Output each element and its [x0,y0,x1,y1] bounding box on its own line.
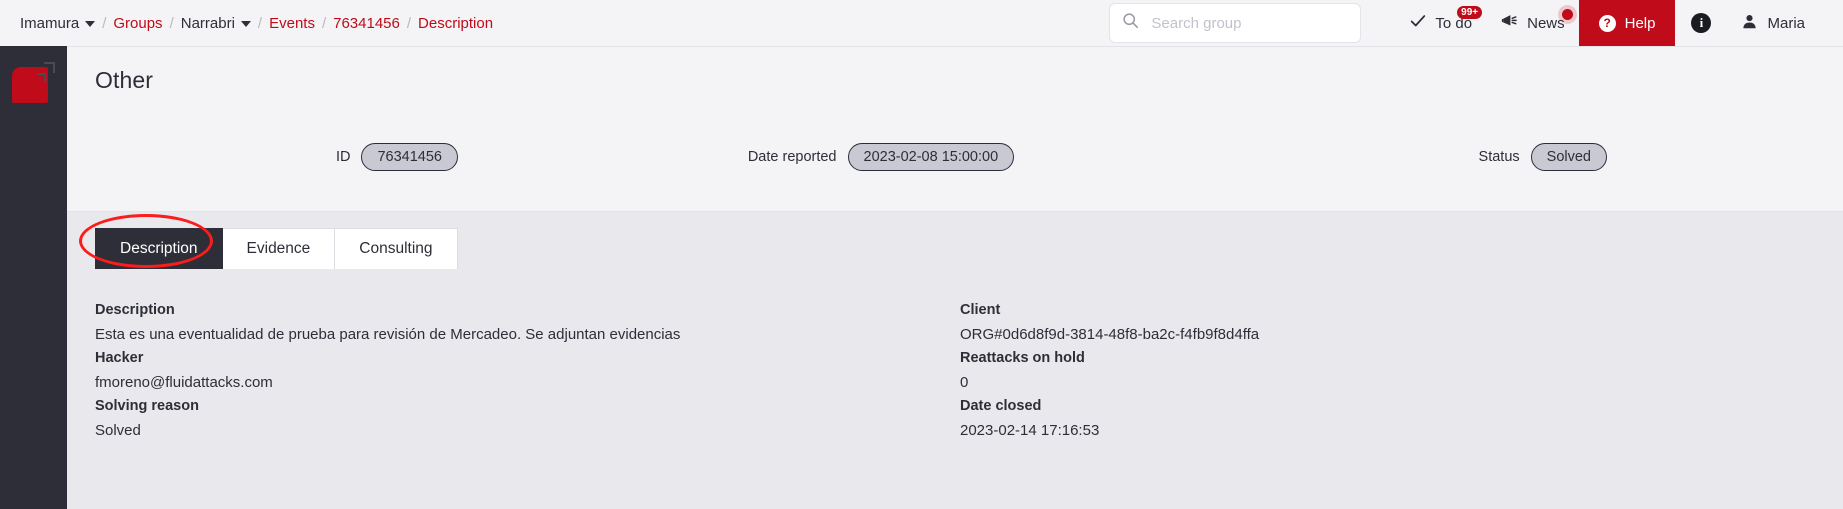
body-area: Other ID 76341456 Date reported 2023-02-08 … [0,46,1843,509]
app-root: Imamura / Groups / Narrabri / Events / 76341456 /… [0,0,1843,509]
user-menu[interactable]: Maria [1727,0,1825,46]
help-button[interactable]: ? Help [1578,0,1676,46]
todo-button[interactable]: To do 99+ [1395,0,1486,46]
news-notification-dot [1561,9,1573,20]
news-button[interactable]: News [1486,0,1579,46]
detail-value: fmoreno@fluidattacks.com [95,374,273,391]
search-box[interactable] [1109,3,1362,43]
event-header-card: Other ID 76341456 Date reported 2023-02-08 … [67,46,1843,212]
detail-value: ORG#0d6d8f9d-3814-48f8-ba2c-f4fb9f8d4ffa [960,326,1260,343]
info-button[interactable]: i [1675,0,1727,46]
meta-value-chip: 2023-02-08 15:00:00 [847,143,1015,171]
meta-date-reported: Date reported 2023-02-08 15:00:00 [639,143,1123,171]
detail-label: Solving reason [95,398,199,414]
breadcrumb-separator: / [169,14,174,32]
info-circle-icon: i [1691,13,1712,33]
detail-value: Solved [95,422,141,439]
detail-label: Description [95,302,175,318]
main-content: Other ID 76341456 Date reported 2023-02-08 … [67,46,1843,509]
detail-value: 2023-02-14 17:16:53 [960,422,1100,439]
breadcrumb-separator: / [102,14,107,32]
detail-label: Date closed [960,398,1042,414]
breadcrumb-item-description[interactable]: Description [418,15,493,32]
breadcrumb-label: 76341456 [333,14,400,32]
search-icon [1122,12,1139,34]
breadcrumb-item-events[interactable]: Events [269,15,315,32]
tab-description[interactable]: Description [95,228,223,269]
question-circle-icon: ? [1598,14,1616,32]
detail-value: 0 [960,374,969,391]
breadcrumb-separator: / [321,14,327,32]
breadcrumb-label: Groups [113,14,163,32]
breadcrumb-label: Events [269,14,315,32]
meta-label: Date reported [747,149,837,165]
meta-label: Status [1478,149,1520,165]
breadcrumb-item-groups[interactable]: Groups [113,15,162,32]
logo-bracket-inner [37,73,46,82]
tab-evidence[interactable]: Evidence [222,228,336,269]
meta-label: ID [335,149,351,165]
help-label: Help [1624,14,1656,32]
breadcrumb-item-narrabri[interactable]: Narrabri [181,15,251,32]
meta-value-chip: Solved [1530,143,1607,171]
user-name: Maria [1767,14,1805,32]
details-panel: Description Esta es una eventualidad de p… [67,269,1843,509]
detail-value: Esta es una eventualidad de prueba para … [95,326,681,343]
check-icon [1409,12,1427,34]
details-column-right: Client ORG#0d6d8f9d-3814-48f8-ba2c-f4fb9f… [955,299,1815,509]
chevron-down-icon[interactable] [85,21,96,27]
detail-label: Hacker [95,350,144,366]
user-icon [1741,13,1758,34]
event-meta-row: ID 76341456 Date reported 2023-02-08 15:00:… [67,143,1843,171]
page-title: Other [95,67,154,93]
breadcrumb-label: Description [418,14,494,32]
meta-value-chip: 76341456 [361,143,458,171]
tab-consulting[interactable]: Consulting [335,228,458,269]
tab-bar: Description Evidence Consulting [67,212,1843,269]
search-input[interactable] [1151,14,1349,32]
detail-label: Reattacks on hold [960,350,1085,366]
details-column-left: Description Esta es una eventualidad de p… [95,299,955,509]
breadcrumb-separator: / [257,14,263,32]
logo-bracket-outer [44,62,55,73]
breadcrumb-label: Imamura [20,14,80,32]
breadcrumb-label: Narrabri [180,14,235,32]
top-bar: Imamura / Groups / Narrabri / Events / 76341456 /… [0,0,1843,46]
fluid-attacks-logo-icon[interactable] [12,60,55,103]
breadcrumb-separator: / [406,14,412,32]
top-nav: To do 99+ News ? Help i Maria [1395,0,1825,46]
breadcrumb-item-imamura[interactable]: Imamura [20,14,96,32]
megaphone-icon [1500,12,1519,34]
meta-status: Status Solved [1123,143,1815,171]
detail-label: Client [960,302,1001,318]
chevron-down-icon[interactable] [240,21,251,27]
left-sidebar [0,46,67,509]
todo-badge: 99+ [1457,6,1483,19]
breadcrumb-item-76341456[interactable]: 76341456 [333,15,400,32]
meta-id: ID 76341456 [95,143,639,171]
breadcrumb: Imamura / Groups / Narrabri / Events / 76341456 /… [20,15,493,32]
news-label: News [1527,14,1565,32]
